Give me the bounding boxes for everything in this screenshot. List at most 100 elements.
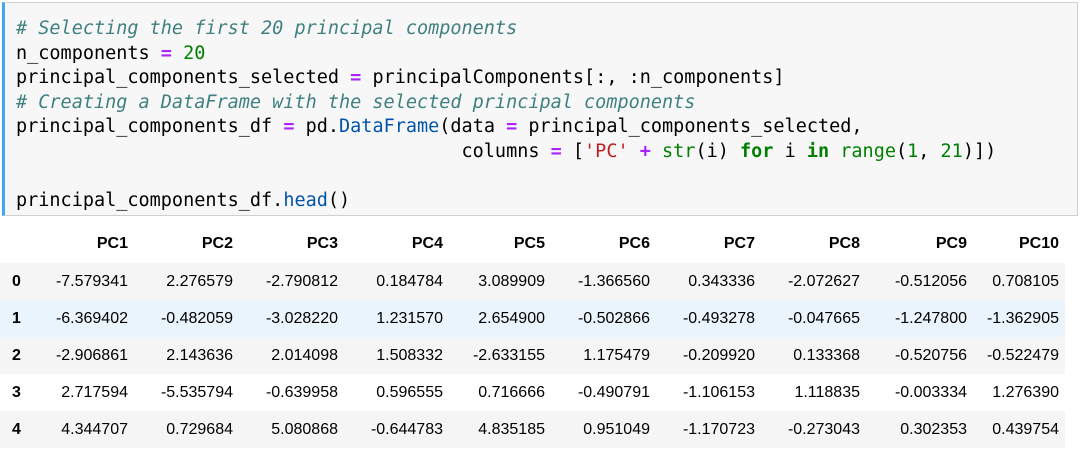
code-function: DataFrame [339,116,440,137]
table-cell: -0.502866 [577,309,650,327]
code-token: i [773,140,807,162]
table-cell: 0.708105 [992,272,1059,290]
code-token: n_components [16,42,150,64]
code-operator: = [350,67,362,88]
table-cell: -0.047665 [787,309,860,327]
code-token: principal_components_df. [16,189,284,211]
row-index: 4 [12,420,21,438]
table-cell: 5.080868 [271,420,338,438]
column-header: PC10 [1018,235,1059,252]
code-editor[interactable]: # Selecting the first 20 principal compo… [16,17,996,213]
code-keyword: for [740,140,774,162]
table-row: 1 -6.369402 -0.482059 -3.028220 1.231570… [0,300,1065,337]
table-cell: -1.362905 [986,309,1059,327]
table-cell: -1.170723 [682,420,755,438]
table-cell: 3.089909 [478,272,545,290]
code-number: 1 [907,140,919,162]
table-row: 2 -2.906861 2.143636 2.014098 1.508332 -… [0,337,1065,374]
table-row: 3 2.717594 -5.535794 -0.639958 0.596555 … [0,374,1065,411]
table-cell: -0.482059 [160,309,233,327]
code-function: head [283,189,328,211]
code-operator: = [283,116,295,137]
table-cell: -0.209920 [682,346,755,364]
code-token: pd. [305,116,340,137]
table-cell: -0.520756 [894,346,967,364]
table-cell: 0.951049 [583,420,650,438]
table-cell: 2.276579 [166,272,233,290]
table-cell: 0.596555 [376,383,443,401]
table-cell: 0.184784 [376,272,443,290]
index-header [0,225,44,263]
code-comment: # Creating a DataFrame with the selected… [16,91,696,113]
column-header: PC9 [935,235,967,252]
row-index: 3 [12,383,21,401]
code-token: principalComponents[:, :n_components] [372,67,785,88]
code-builtin: str [662,140,696,162]
table-cell: 1.175479 [583,346,650,364]
table-cell: -2.633155 [472,346,545,364]
table-cell: 2.143636 [166,346,233,364]
table-cell: 1.118835 [794,383,860,401]
code-operator: = [550,140,562,162]
table-cell: 1.276390 [992,383,1059,401]
table-cell: -1.247800 [894,309,967,327]
code-token: columns [16,140,551,162]
code-operator: + [639,140,651,162]
code-builtin: range [840,140,896,162]
table-cell: -0.639958 [265,383,338,401]
table-cell: 1.508332 [376,346,443,364]
code-keyword: in [806,140,830,162]
code-token: principal_components_df [16,116,273,137]
table-cell: -3.028220 [265,309,338,327]
table-cell: -7.579341 [55,272,128,290]
table-cell: -0.522479 [986,346,1059,364]
table-cell: 0.439754 [992,420,1059,438]
table-cell: 0.716666 [478,383,545,401]
table-cell: -0.644783 [370,420,443,438]
table-header-row: PC1 PC2 PC3 PC4 PC5 PC6 PC7 PC8 PC9 PC10 [0,225,1065,263]
table-cell: -0.512056 [894,272,967,290]
table-cell: 2.014098 [271,346,338,364]
code-comment: # Selecting the first 20 principal compo… [16,18,518,39]
table-row: 0 -7.579341 2.276579 -2.790812 0.184784 … [0,263,1065,300]
code-operator: = [160,42,172,64]
row-index: 1 [12,309,21,327]
table-cell: -1.106153 [682,383,755,401]
column-header: PC6 [618,235,650,252]
table-cell: 0.133368 [793,346,860,364]
table-cell: -2.906861 [55,346,128,364]
dataframe-output: PC1 PC2 PC3 PC4 PC5 PC6 PC7 PC8 PC9 PC10… [0,225,1065,448]
table-cell: -0.490791 [577,383,650,401]
code-token: principal_components_selected, [517,116,863,137]
table-cell: 4.344707 [61,420,128,438]
row-index: 0 [12,272,21,290]
column-header: PC7 [723,235,755,252]
code-cell-input[interactable]: # Selecting the first 20 principal compo… [2,2,1078,216]
table-cell: -2.072627 [787,272,860,290]
column-header: PC3 [306,235,338,252]
table-cell: -2.790812 [265,272,338,290]
code-operator: = [506,116,518,137]
code-token: ( [895,140,908,162]
row-index: 2 [12,346,21,364]
table-cell: -0.493278 [682,309,755,327]
column-header: PC4 [411,235,443,252]
code-number: 20 [183,42,206,64]
code-token: )]) [962,140,997,162]
code-string: 'PC' [584,140,629,162]
code-token: (i) [695,140,741,162]
table-cell: -5.535794 [160,383,233,401]
table-cell: -1.366560 [577,272,650,290]
table-cell: 2.717594 [61,383,128,401]
column-header: PC8 [828,235,860,252]
table-cell: 1.231570 [376,309,443,327]
table-cell: 0.343336 [688,272,755,290]
code-token: () [327,189,351,211]
column-header: PC2 [201,235,233,252]
column-header: PC5 [513,235,545,252]
code-token: [ [561,140,585,162]
column-header: PC1 [96,235,128,252]
code-token: (data [439,116,507,137]
table-cell: -0.003334 [894,383,967,401]
table-cell: 0.302353 [900,420,967,438]
